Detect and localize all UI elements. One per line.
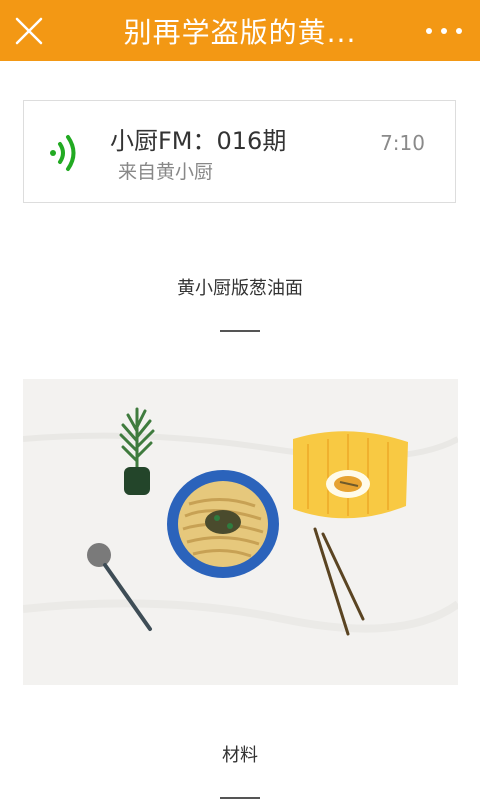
noodle-bowl <box>167 470 279 578</box>
heading-divider <box>220 797 260 799</box>
recipe-heading: 黄小厨版葱油面 <box>177 278 303 299</box>
recipe-illustration <box>23 379 458 685</box>
noodle-bowl-illustration <box>23 379 458 685</box>
napkin <box>293 431 408 519</box>
close-icon <box>15 17 43 44</box>
close-button[interactable] <box>4 0 54 61</box>
audio-player-card[interactable]: 小厨FM：016期 来自黄小厨 7:10 <box>23 100 456 203</box>
heading-divider <box>220 330 260 332</box>
audio-title: 小厨FM：016期 <box>110 127 287 155</box>
top-bar: 别再学盗版的黄... <box>0 0 480 61</box>
more-dots-icon <box>426 27 462 34</box>
ingredients-heading: 材料 <box>222 745 258 766</box>
sound-wave-icon[interactable] <box>48 133 84 173</box>
audio-duration: 7:10 <box>380 131 425 155</box>
more-button[interactable] <box>416 0 472 61</box>
audio-source: 来自黄小厨 <box>118 161 214 183</box>
page-title: 别再学盗版的黄... <box>123 15 357 49</box>
